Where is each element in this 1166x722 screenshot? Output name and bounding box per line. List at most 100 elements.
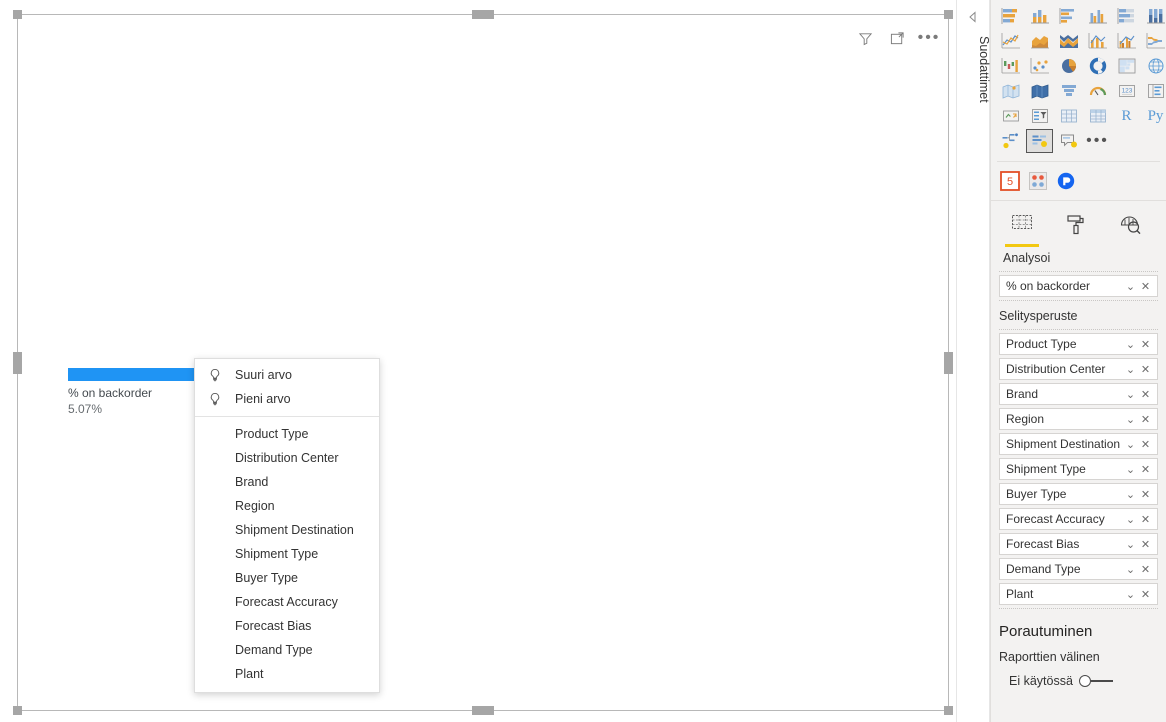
remove-field-icon[interactable]: ✕ — [1138, 413, 1153, 426]
remove-field-icon[interactable]: ✕ — [1138, 563, 1153, 576]
hundred-percent-stacked-bar-chart-icon[interactable] — [1113, 4, 1140, 28]
table-icon[interactable] — [1055, 104, 1082, 128]
menu-item-region[interactable]: Region — [195, 494, 379, 518]
shape-map-icon[interactable] — [1026, 79, 1053, 103]
explain-by-field-buyer-type[interactable]: Buyer Type ⌄ ✕ — [999, 483, 1158, 505]
key-influencers-icon[interactable] — [1026, 129, 1053, 153]
chevron-down-icon[interactable]: ⌄ — [1123, 563, 1138, 576]
donut-chart-icon[interactable] — [1084, 54, 1111, 78]
line-clustered-column-chart-icon[interactable] — [1113, 29, 1140, 53]
explain-by-field-well[interactable]: Product Type ⌄ ✕ Distribution Center ⌄ ✕… — [991, 333, 1166, 605]
chevron-down-icon[interactable]: ⌄ — [1123, 363, 1138, 376]
remove-field-icon[interactable]: ✕ — [1138, 463, 1153, 476]
card-icon[interactable]: 123 — [1113, 79, 1140, 103]
explain-by-field-demand-type[interactable]: Demand Type ⌄ ✕ — [999, 558, 1158, 580]
remove-field-icon[interactable]: ✕ — [1138, 388, 1153, 401]
chevron-down-icon[interactable]: ⌄ — [1123, 438, 1138, 451]
resize-handle-top-left[interactable] — [13, 10, 22, 19]
menu-item-distribution-center[interactable]: Distribution Center — [195, 446, 379, 470]
analyze-field-item[interactable]: % on backorder ⌄ ✕ — [999, 275, 1158, 297]
stacked-area-chart-icon[interactable] — [1055, 29, 1082, 53]
expand-left-icon[interactable] — [964, 8, 982, 26]
explain-by-field-distribution-center[interactable]: Distribution Center ⌄ ✕ — [999, 358, 1158, 380]
power-bi-visual-icon[interactable] — [1055, 170, 1077, 192]
explain-by-field-forecast-bias[interactable]: Forecast Bias ⌄ ✕ — [999, 533, 1158, 555]
report-canvas[interactable]: ••• % on backorder 5.07% Suuri arvo Pien… — [0, 0, 956, 722]
menu-item-shipment-type[interactable]: Shipment Type — [195, 542, 379, 566]
remove-field-icon[interactable]: ✕ — [1138, 280, 1153, 293]
explain-by-field-product-type[interactable]: Product Type ⌄ ✕ — [999, 333, 1158, 355]
filled-map-icon[interactable] — [997, 79, 1024, 103]
more-options-icon[interactable]: ••• — [918, 29, 939, 47]
chevron-down-icon[interactable]: ⌄ — [1123, 338, 1138, 351]
clustered-bar-chart-icon[interactable] — [1055, 4, 1082, 28]
menu-item-forecast-accuracy[interactable]: Forecast Accuracy — [195, 590, 379, 614]
menu-item-forecast-bias[interactable]: Forecast Bias — [195, 614, 379, 638]
key-influencers-context-menu[interactable]: Suuri arvo Pieni arvo Product Type Distr… — [194, 358, 380, 693]
stacked-column-chart-icon[interactable] — [1026, 4, 1053, 28]
analyze-field-well[interactable]: % on backorder ⌄ ✕ — [991, 275, 1166, 297]
explain-by-field-plant[interactable]: Plant ⌄ ✕ — [999, 583, 1158, 605]
line-chart-icon[interactable] — [997, 29, 1024, 53]
area-chart-icon[interactable] — [1026, 29, 1053, 53]
format-tab[interactable] — [1057, 213, 1095, 247]
filter-icon[interactable] — [856, 29, 874, 47]
explain-by-field-shipment-destination[interactable]: Shipment Destination ⌄ ✕ — [999, 433, 1158, 455]
stacked-bar-chart-icon[interactable] — [997, 4, 1024, 28]
explain-by-field-brand[interactable]: Brand ⌄ ✕ — [999, 383, 1158, 405]
chevron-down-icon[interactable]: ⌄ — [1123, 413, 1138, 426]
remove-field-icon[interactable]: ✕ — [1138, 538, 1153, 551]
chevron-down-icon[interactable]: ⌄ — [1123, 388, 1138, 401]
bar-segment[interactable] — [68, 368, 201, 381]
menu-item-plant[interactable]: Plant — [195, 662, 379, 686]
ribbon-chart-icon[interactable] — [1142, 29, 1166, 53]
kpi-icon[interactable] — [997, 104, 1024, 128]
chevron-down-icon[interactable]: ⌄ — [1123, 463, 1138, 476]
pie-chart-icon[interactable] — [1055, 54, 1082, 78]
resize-handle-top-right[interactable] — [944, 10, 953, 19]
line-stacked-column-chart-icon[interactable] — [1084, 29, 1111, 53]
chevron-down-icon[interactable]: ⌄ — [1123, 538, 1138, 551]
resize-handle-middle-right[interactable] — [944, 352, 953, 374]
explain-by-field-region[interactable]: Region ⌄ ✕ — [999, 408, 1158, 430]
remove-field-icon[interactable]: ✕ — [1138, 488, 1153, 501]
menu-item-demand-type[interactable]: Demand Type — [195, 638, 379, 662]
r-script-visual-icon[interactable]: R — [1113, 104, 1140, 128]
gauge-chart-icon[interactable] — [1084, 79, 1111, 103]
scatter-chart-icon[interactable] — [1026, 54, 1053, 78]
remove-field-icon[interactable]: ✕ — [1138, 588, 1153, 601]
menu-item-suuri-arvo[interactable]: Suuri arvo — [195, 363, 379, 387]
remove-field-icon[interactable]: ✕ — [1138, 338, 1153, 351]
menu-item-buyer-type[interactable]: Buyer Type — [195, 566, 379, 590]
analytics-tab[interactable] — [1111, 213, 1149, 247]
more-visuals-icon[interactable]: ••• — [1084, 129, 1111, 153]
slicer-icon[interactable] — [1026, 104, 1053, 128]
menu-item-shipment-destination[interactable]: Shipment Destination — [195, 518, 379, 542]
visualization-gallery[interactable]: 123 R Py ••• — [991, 0, 1166, 156]
resize-handle-bottom-left[interactable] — [13, 706, 22, 715]
waterfall-chart-icon[interactable] — [997, 54, 1024, 78]
fields-tab[interactable] — [1003, 213, 1041, 247]
custom-visual-icon[interactable] — [1027, 170, 1049, 192]
hundred-percent-stacked-column-chart-icon[interactable] — [1142, 4, 1166, 28]
selected-visual-frame[interactable]: ••• % on backorder 5.07% — [17, 14, 949, 711]
chevron-down-icon[interactable]: ⌄ — [1123, 513, 1138, 526]
chevron-down-icon[interactable]: ⌄ — [1123, 280, 1138, 293]
python-visual-icon[interactable]: Py — [1142, 104, 1166, 128]
resize-handle-middle-left[interactable] — [13, 352, 22, 374]
drillthrough-toggle-row[interactable]: Ei käytössä — [999, 674, 1166, 688]
cross-report-toggle[interactable] — [1078, 674, 1113, 688]
resize-handle-bottom-center[interactable] — [472, 706, 494, 715]
funnel-chart-icon[interactable] — [1055, 79, 1082, 103]
remove-field-icon[interactable]: ✕ — [1138, 513, 1153, 526]
explain-by-field-forecast-accuracy[interactable]: Forecast Accuracy ⌄ ✕ — [999, 508, 1158, 530]
matrix-icon[interactable] — [1084, 104, 1111, 128]
clustered-column-chart-icon[interactable] — [1084, 4, 1111, 28]
explain-by-field-shipment-type[interactable]: Shipment Type ⌄ ✕ — [999, 458, 1158, 480]
decomposition-tree-icon[interactable] — [997, 129, 1024, 153]
map-icon[interactable] — [1142, 54, 1166, 78]
menu-item-product-type[interactable]: Product Type — [195, 422, 379, 446]
chevron-down-icon[interactable]: ⌄ — [1123, 488, 1138, 501]
remove-field-icon[interactable]: ✕ — [1138, 438, 1153, 451]
menu-item-pieni-arvo[interactable]: Pieni arvo — [195, 387, 379, 411]
